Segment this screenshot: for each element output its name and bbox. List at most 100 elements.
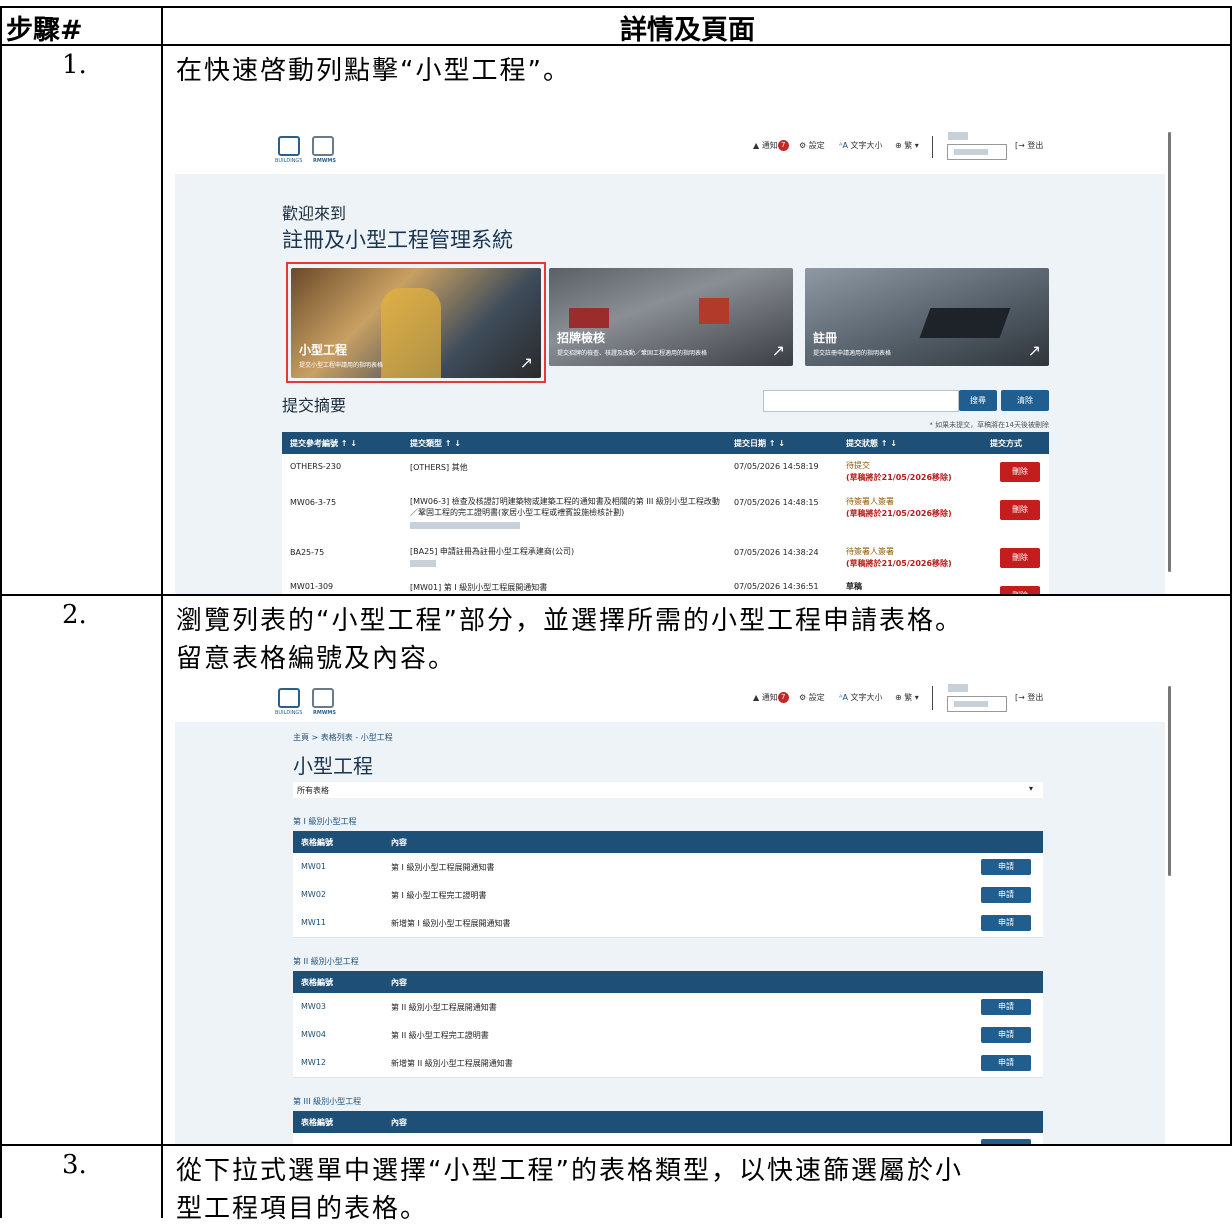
user-select[interactable] [947, 696, 1007, 712]
apply-button-partial[interactable] [981, 1139, 1031, 1144]
notification-badge: 7 [777, 140, 789, 151]
header-date[interactable]: 提交日期 ↑ ↓ [734, 438, 785, 449]
forms-table-header: 表格編號 內容 [293, 971, 1043, 993]
logout-icon: [→ [1015, 141, 1025, 150]
apply-button[interactable]: 申請 [981, 915, 1031, 931]
card-signboard[interactable]: 招牌檢核 提交招牌的檢查、核證及改動／鞏固工程適用的指明表格 ↗ [549, 268, 793, 366]
form-content: 第 I 級小型工程完工證明書 [391, 891, 487, 900]
search-input[interactable] [763, 390, 959, 412]
font-size-icon: ᴬA [839, 141, 848, 150]
scroll-thumb[interactable] [1168, 686, 1171, 876]
font-size-button[interactable]: ᴬA 文字大小 [839, 692, 882, 703]
card-registration[interactable]: 註冊 提交註冊申請適用的指明表格 ↗ [805, 268, 1049, 366]
status-cell: 草稿 [846, 582, 862, 591]
logo2-caption: RMWMS [313, 710, 336, 716]
card-title: 註冊 [813, 331, 838, 345]
apply-button[interactable]: 申請 [981, 1027, 1031, 1043]
date-cell: 07/05/2026 14:58:19 [734, 462, 819, 471]
divider [932, 686, 933, 710]
notification-badge: 7 [777, 692, 789, 703]
notify-button[interactable]: ▲ 通知 7 [753, 692, 789, 703]
type-cell: [MW06-3] 檢查及核證訂明建築物或建築工程的通知書及相關的第 III 級別… [410, 497, 720, 506]
delete-button[interactable]: 刪除 [1000, 500, 1040, 520]
buildings-logo-icon [278, 136, 300, 156]
step-2-text-line2: 留意表格編號及內容。 [176, 644, 457, 674]
arrow-out-icon: ↗ [771, 341, 785, 360]
form-content: 新增第 I 級別小型工程展開通知書 [391, 919, 511, 928]
form-type-dropdown[interactable]: 所有表格 ▾ [293, 782, 1043, 798]
arrow-out-icon: ↗ [1027, 341, 1041, 360]
user-select[interactable] [947, 144, 1007, 160]
card-subtitle: 提交招牌的檢查、核證及改動／鞏固工程適用的指明表格 [557, 350, 708, 357]
delete-button[interactable]: 刪除 [1000, 548, 1040, 568]
apply-button[interactable]: 申請 [981, 999, 1031, 1015]
language-button[interactable]: ⊕ 繁 ▾ [895, 140, 919, 151]
logout-button[interactable]: [→ 登出 [1015, 140, 1043, 151]
font-size-label: 文字大小 [850, 141, 883, 150]
notify-button[interactable]: ▲ 通知 7 [753, 140, 789, 151]
status-note: (草稿將於21/05/2026移除) [846, 509, 952, 518]
settings-label: 設定 [808, 141, 825, 150]
form-code: MW12 [301, 1058, 326, 1067]
type-cell: [BA25] 申請註冊為註冊小型工程承建商(公司) [410, 547, 575, 556]
font-size-button[interactable]: ᴬA 文字大小 [839, 140, 882, 151]
globe-icon: ⊕ [895, 693, 902, 702]
table-row: MW03 第 II 級別小型工程展開通知書 申請 [293, 993, 1043, 1022]
table-row: MW11 新增第 I 級別小型工程展開通知書 申請 [293, 909, 1043, 938]
form-code: MW04 [301, 1030, 326, 1039]
form-content: 第 II 級別小型工程展開通知書 [391, 1003, 497, 1012]
step-number-1: 1. [62, 50, 87, 80]
header-type[interactable]: 提交類型 ↑ ↓ [410, 438, 461, 449]
rmwms-logo-icon [312, 136, 334, 156]
apply-button[interactable]: 申請 [981, 1055, 1031, 1071]
summary-title: 提交摘要 [282, 396, 347, 415]
scrollbar[interactable] [1165, 122, 1175, 594]
buildings-logo-icon [278, 688, 300, 708]
table-row [293, 1133, 1043, 1144]
delete-button[interactable]: 刪除 [1000, 586, 1040, 594]
breadcrumb[interactable]: 主頁 > 表格列表 - 小型工程 [293, 732, 393, 743]
language-label: 繁 [904, 693, 913, 702]
date-cell: 07/05/2026 14:48:15 [734, 498, 819, 507]
form-code: MW03 [301, 1002, 326, 1011]
settings-label: 設定 [808, 693, 825, 702]
table-row: MW02 第 I 級小型工程完工證明書 申請 [293, 881, 1043, 910]
logo-caption: BUILDINGS [275, 710, 303, 716]
header-form-no: 表格編號 [301, 1118, 333, 1127]
table-row: BA25-75 [BA25] 申請註冊為註冊小型工程承建商(公司) 07/05/… [282, 540, 1049, 577]
scroll-thumb[interactable] [1168, 132, 1171, 572]
logout-button[interactable]: [→ 登出 [1015, 692, 1043, 703]
header-ref[interactable]: 提交參考編號 ↑ ↓ [290, 438, 357, 449]
status-cell: 待簽署人簽署 [846, 497, 894, 506]
apply-button[interactable]: 申請 [981, 859, 1031, 875]
sign-image [569, 308, 609, 328]
form-content: 第 II 級小型工程完工證明書 [391, 1031, 489, 1040]
table-row: MW01-309 [MW01] 第 I 級別小型工程展開通知書 07/05/20… [282, 576, 1049, 594]
screenshot-quick-launch: BUILDINGS RMWMS ▲ 通知 7 ⚙ 設定 ᴬA 文字大小 ⊕ 繁 ▾… [175, 122, 1175, 594]
step-1-text: 在快速啓動列點擊“小型工程”。 [176, 56, 571, 86]
settings-button[interactable]: ⚙ 設定 [799, 692, 825, 703]
form-content: 新增第 II 級別小型工程展開通知書 [391, 1059, 513, 1068]
summary-table-header: 提交參考編號 ↑ ↓ 提交類型 ↑ ↓ 提交日期 ↑ ↓ 提交狀態 ↑ ↓ 提交… [282, 432, 1049, 454]
delete-button[interactable]: 刪除 [1000, 462, 1040, 482]
logout-icon: [→ [1015, 693, 1025, 702]
column-header-step: 步驟# [6, 15, 83, 46]
apply-button[interactable]: 申請 [981, 887, 1031, 903]
type-cell-line2: ／鞏固工程的完工證明書(家居小型工程或禮賓設施檢核計劃) [410, 508, 625, 517]
clear-button[interactable]: 清除 [1001, 390, 1049, 411]
step-number-3: 3. [62, 1150, 87, 1180]
scrollbar[interactable] [1165, 676, 1175, 1144]
ref-cell: MW06-3-75 [290, 498, 337, 507]
bell-icon: ▲ [753, 141, 760, 150]
user-name [948, 684, 968, 692]
table-row: OTHERS-230 [OTHERS] 其他 07/05/2026 14:58:… [282, 454, 1049, 491]
table-row: MW12 新增第 II 級別小型工程展開通知書 申請 [293, 1049, 1043, 1078]
table-row: MW06-3-75 [MW06-3] 檢查及核證訂明建築物或建築工程的通知書及相… [282, 490, 1049, 541]
status-cell: 待簽署人簽署 [846, 547, 894, 556]
search-button[interactable]: 搜尋 [959, 390, 997, 411]
settings-button[interactable]: ⚙ 設定 [799, 140, 825, 151]
header-status[interactable]: 提交狀態 ↑ ↓ [846, 438, 897, 449]
gear-icon: ⚙ [799, 141, 807, 150]
bell-icon: ▲ [753, 693, 760, 702]
language-button[interactable]: ⊕ 繁 ▾ [895, 692, 919, 703]
